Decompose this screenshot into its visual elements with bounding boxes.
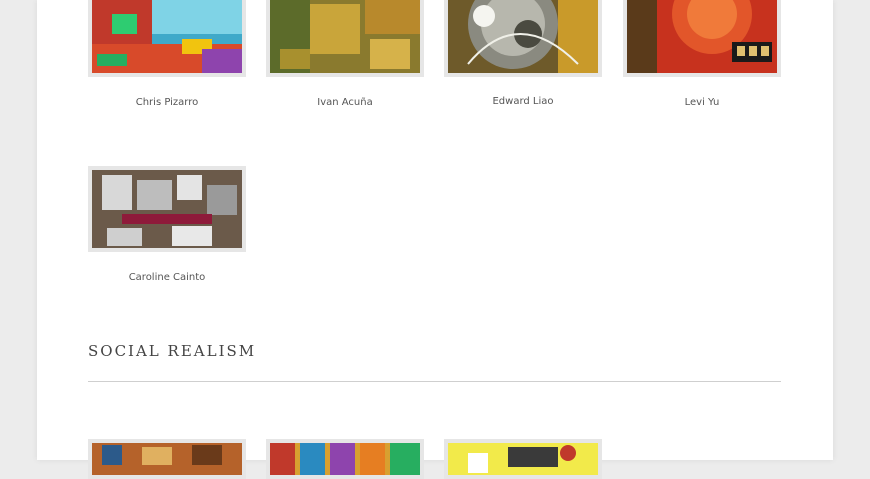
painting-thumbnail-circular-abstract-icon: [448, 0, 598, 73]
artwork-thumbnail[interactable]: [88, 439, 246, 479]
artwork-thumbnail-levi-yu[interactable]: [623, 0, 781, 77]
artist-name[interactable]: Edward Liao: [444, 96, 602, 107]
artwork-thumbnail[interactable]: [444, 439, 602, 479]
artwork-thumbnail-caroline-cainto[interactable]: [88, 166, 246, 252]
artwork-thumbnail-edward-liao[interactable]: [444, 0, 602, 77]
section-divider: [88, 381, 781, 382]
section-title: SOCIAL REALISM: [88, 342, 257, 360]
artist-name[interactable]: Caroline Cainto: [88, 272, 246, 283]
painting-thumbnail-golden-abstract-icon: [270, 0, 420, 73]
artist-name[interactable]: Chris Pizarro: [88, 97, 246, 108]
painting-thumbnail-social-realism-icon: [448, 443, 598, 475]
painting-thumbnail-colorful-abstract-icon: [92, 0, 242, 73]
artist-name[interactable]: Ivan Acuña: [266, 97, 424, 108]
artwork-thumbnail-ivan-acuna[interactable]: [266, 0, 424, 77]
artist-name[interactable]: Levi Yu: [623, 97, 781, 108]
artwork-thumbnail-chris-pizarro[interactable]: [88, 0, 246, 77]
painting-thumbnail-red-abstract-icon: [627, 0, 777, 73]
painting-thumbnail-grey-collage-icon: [92, 170, 242, 248]
painting-thumbnail-social-realism-icon: [92, 443, 242, 475]
painting-thumbnail-social-realism-icon: [270, 443, 420, 475]
artwork-thumbnail[interactable]: [266, 439, 424, 479]
